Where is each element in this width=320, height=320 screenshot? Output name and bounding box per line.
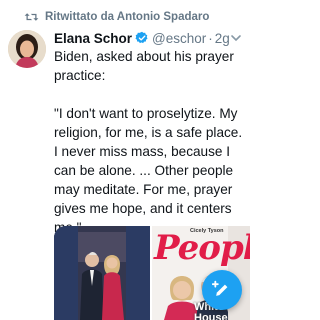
compose-tweet-button[interactable] — [202, 270, 242, 310]
compose-icon — [212, 280, 228, 296]
retweet-label: Ritwittato da Antonio Spadaro — [45, 11, 210, 23]
author-handle[interactable]: @eschor — [152, 31, 206, 46]
tweet-text: Biden, asked about his prayer practice: … — [54, 47, 246, 237]
tweet-text-intro: Biden, asked about his prayer practice: — [54, 49, 234, 83]
media-photo-biden-couple[interactable] — [54, 226, 150, 320]
magazine-title: People — [154, 228, 250, 268]
chevron-down-icon[interactable] — [230, 33, 242, 43]
retweet-context[interactable]: Ritwittato da Antonio Spadaro — [24, 9, 209, 25]
magazine-cover-line: Cicely Tyson — [190, 228, 224, 234]
verified-badge-icon — [135, 31, 148, 44]
avatar[interactable] — [8, 30, 46, 68]
photo-scene — [54, 226, 150, 320]
tweet-header: Elana Schor @eschor · 2g — [54, 29, 242, 47]
retweet-icon — [24, 13, 39, 21]
dot-separator: · — [208, 30, 213, 46]
tweet-text-quote: "I don't want to proselytize. My religio… — [54, 106, 243, 235]
author-name[interactable]: Elana Schor — [54, 31, 132, 46]
avatar-photo — [8, 30, 46, 68]
tweet-time[interactable]: 2g — [215, 31, 230, 46]
media-photo-magazine-cover[interactable]: People Cicely Tyson White House Intervie… — [152, 226, 250, 320]
